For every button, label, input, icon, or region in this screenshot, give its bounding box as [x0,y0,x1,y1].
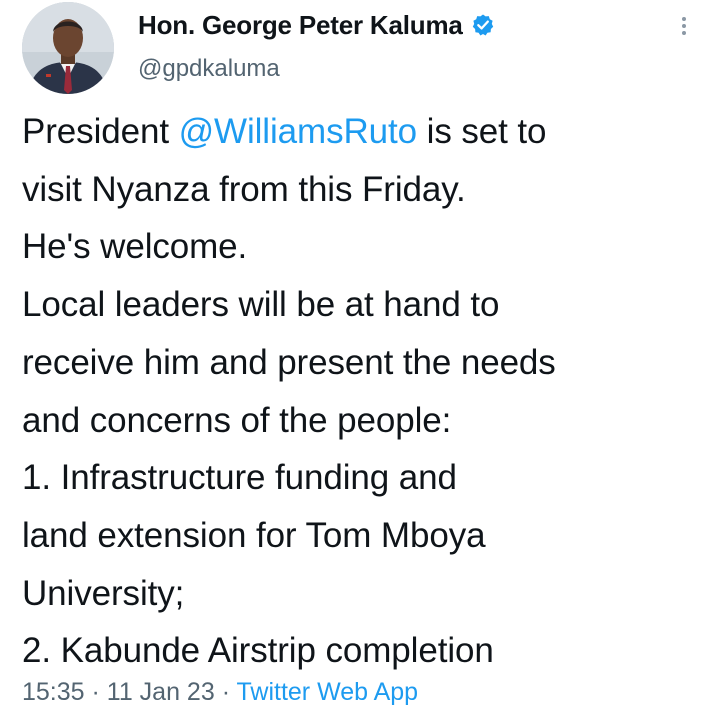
tweet-line-text: President [22,112,179,151]
verified-badge-icon [471,13,495,37]
tweet-line: receive him and present the needs [22,342,556,382]
tweet-line: University; [22,573,185,613]
meta-separator: · [214,678,237,706]
meta-separator: · [84,678,107,706]
author-name-row: Hon. George Peter Kaluma [138,10,495,40]
author-display-name[interactable]: Hon. George Peter Kaluma [138,10,463,40]
tweet-card: Hon. George Peter Kaluma @gpdkaluma Pres… [0,0,719,719]
tweet-line: land extension for Tom Mboya [22,515,486,555]
tweet-line-text: is set to [417,112,547,151]
tweet-meta: 15:35 · 11 Jan 23 · Twitter Web App [22,676,418,708]
author-handle[interactable]: @gpdkaluma [138,55,280,83]
tweet-line: Local leaders will be at hand to [22,285,500,325]
tweet-line: 1. Infrastructure funding and [22,458,457,498]
tweet-line: 2. Kabunde Airstrip completion [22,631,494,671]
more-options-icon[interactable] [676,14,692,42]
avatar-image [22,2,114,94]
mention-link[interactable]: @WilliamsRuto [179,112,418,151]
tweet-source-link[interactable]: Twitter Web App [237,678,419,706]
tweet-line: visit Nyanza from this Friday. [22,169,466,209]
tweet-date[interactable]: 11 Jan 23 [107,678,215,706]
tweet-time[interactable]: 15:35 [22,678,85,706]
tweet-line: He's welcome. [22,227,248,267]
tweet-line: and concerns of the people: [22,400,452,440]
tweet-text: President @WilliamsRuto is set to visit … [22,103,712,680]
tweet-line: President @WilliamsRuto is set to [22,103,712,161]
avatar[interactable] [22,2,114,94]
